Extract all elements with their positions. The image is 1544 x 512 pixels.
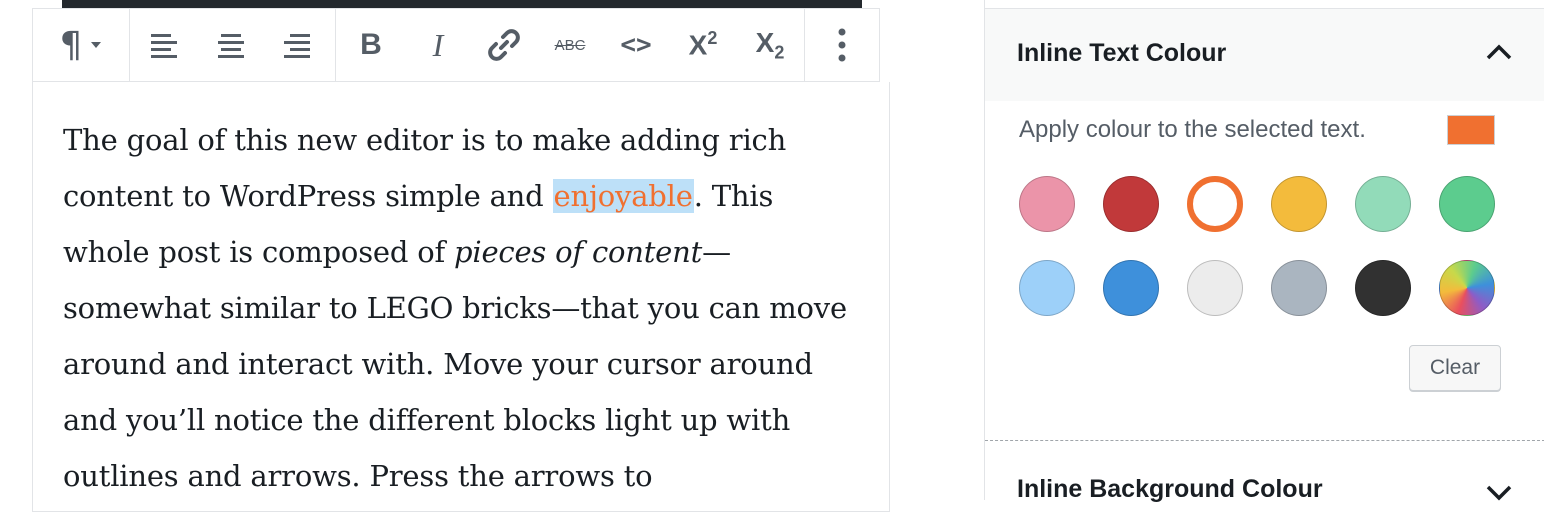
align-right-icon <box>284 34 310 58</box>
current-colour-indicator <box>1447 115 1495 145</box>
caret-down-icon <box>91 42 102 48</box>
text-colour-panel-header[interactable]: Inline Text Colour <box>985 9 1544 101</box>
more-options-button[interactable] <box>805 9 879 81</box>
swatch-pale-pink[interactable] <box>1019 176 1075 232</box>
align-left-button[interactable] <box>130 9 198 81</box>
superscript-icon: X2 <box>688 28 718 61</box>
block-switcher-group: ¶ <box>33 9 130 81</box>
align-left-icon <box>151 34 177 58</box>
swatch-custom-gradient[interactable] <box>1439 260 1495 316</box>
block-toolbar: ¶ B I ABC <> X2 X2 <box>32 8 880 82</box>
chevron-up-icon <box>1486 44 1512 60</box>
more-vertical-icon <box>838 28 846 62</box>
link-button[interactable] <box>470 9 538 81</box>
settings-sidebar: Inline Text Colour Apply colour to the s… <box>984 0 1544 511</box>
swatch-pale-blue[interactable] <box>1019 260 1075 316</box>
bold-icon: B <box>360 28 382 61</box>
more-options-group <box>805 9 879 81</box>
clear-button[interactable]: Clear <box>1409 345 1501 391</box>
swatch-amber[interactable] <box>1271 176 1327 232</box>
bold-button[interactable]: B <box>336 9 406 81</box>
link-icon <box>488 29 520 61</box>
italic-icon: I <box>432 26 444 63</box>
chevron-down-icon <box>1486 485 1512 501</box>
strikethrough-icon: ABC <box>554 36 586 54</box>
swatch-light-green[interactable] <box>1355 176 1411 232</box>
image-block-edge <box>62 0 862 8</box>
paragraph-text[interactable]: The goal of this new editor is to make a… <box>63 112 853 504</box>
swatch-vivid-red[interactable] <box>1103 176 1159 232</box>
subscript-icon: X2 <box>755 26 785 63</box>
code-icon: <> <box>620 30 652 60</box>
align-right-button[interactable] <box>264 9 330 81</box>
apply-colour-description: Apply colour to the selected text. <box>1019 116 1366 143</box>
swatch-light-gray[interactable] <box>1187 260 1243 316</box>
colour-palette <box>1017 174 1497 324</box>
align-center-icon <box>218 34 244 58</box>
swatch-luminous-orange[interactable] <box>1187 176 1243 232</box>
background-colour-panel-header[interactable]: Inline Background Colour <box>985 441 1544 511</box>
block-type-switcher[interactable]: ¶ <box>33 9 129 81</box>
superscript-button[interactable]: X2 <box>670 9 736 81</box>
formatting-group: B I ABC <> X2 X2 <box>336 9 805 81</box>
strikethrough-button[interactable]: ABC <box>538 9 602 81</box>
italic-button[interactable]: I <box>406 9 470 81</box>
swatch-blue[interactable] <box>1103 260 1159 316</box>
paragraph-icon: ¶ <box>59 24 83 66</box>
swatch-cyan-gray[interactable] <box>1271 260 1327 316</box>
swatch-black[interactable] <box>1355 260 1411 316</box>
paragraph-block[interactable]: The goal of this new editor is to make a… <box>32 82 890 512</box>
inline-code-button[interactable]: <> <box>602 9 670 81</box>
panel-title: Inline Text Colour <box>1017 39 1227 67</box>
text-run: —somewhat similar to LEGO bricks—that yo… <box>63 235 847 493</box>
italic-text: pieces of content <box>454 235 703 269</box>
subscript-button[interactable]: X2 <box>736 9 804 81</box>
swatch-green[interactable] <box>1439 176 1495 232</box>
alignment-group <box>130 9 336 81</box>
align-center-button[interactable] <box>198 9 264 81</box>
colored-selected-text: enjoyable <box>552 179 694 213</box>
